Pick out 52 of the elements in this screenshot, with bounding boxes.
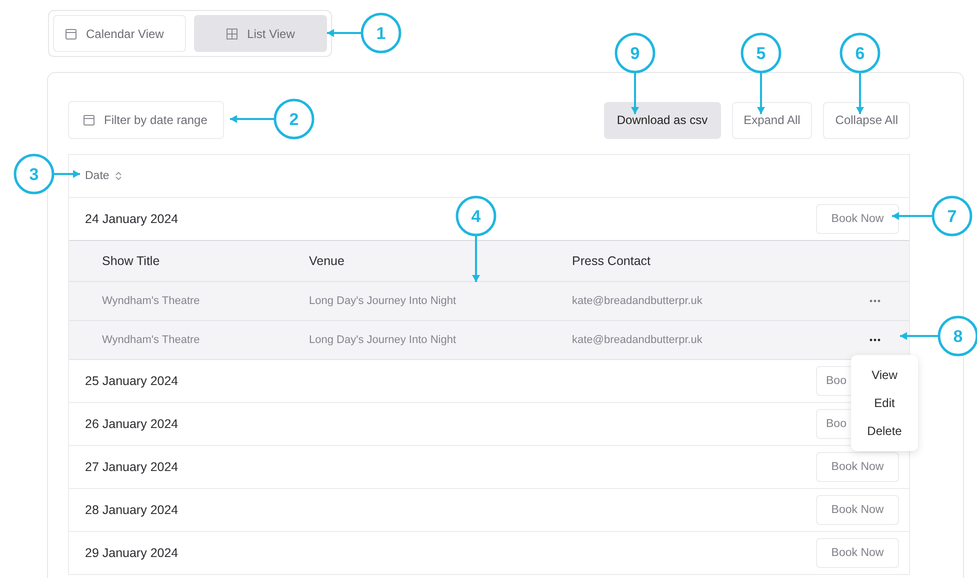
- column-header: Press Contact: [572, 254, 652, 268]
- callout-badge: 7: [932, 196, 972, 236]
- callout-arrow: [472, 236, 480, 282]
- callout-arrow: [757, 73, 765, 114]
- callout-badge: 2: [274, 98, 314, 140]
- callout-badge: 8: [938, 316, 977, 356]
- calendar-icon: [83, 114, 95, 126]
- callout-arrow: [54, 170, 80, 178]
- callout-arrow: [631, 73, 639, 114]
- callout-arrow: [856, 73, 864, 114]
- table-cell-text: kate@breadandbutterpr.uk: [572, 295, 704, 307]
- column-header[interactable]: Date: [85, 170, 110, 182]
- callout-badge: 6: [840, 32, 880, 74]
- menu-item[interactable]: Edit: [874, 389, 895, 417]
- date-label[interactable]: 24 January 2024: [85, 212, 178, 226]
- book-now-button[interactable]: Book Now: [816, 452, 899, 482]
- grid-icon: [226, 28, 238, 40]
- table-cell-text: Wyndham's Theatre: [102, 334, 201, 346]
- column-header: Show Title: [102, 254, 161, 268]
- view-tab[interactable]: Calendar View: [53, 15, 186, 52]
- view-tab[interactable]: List View: [194, 15, 327, 52]
- more-icon[interactable]: [869, 338, 881, 342]
- table-cell-text: Wyndham's Theatre: [102, 295, 201, 307]
- book-now-button[interactable]: Book Now: [816, 495, 899, 525]
- table-cell-text: Long Day's Journey Into Night: [309, 295, 458, 307]
- action-button[interactable]: Expand All: [732, 102, 812, 138]
- book-now-button[interactable]: Book Now: [816, 204, 899, 234]
- date-label[interactable]: 29 January 2024: [85, 546, 178, 560]
- callout-badge: 4: [456, 196, 496, 236]
- callout-badge: 1: [360, 12, 402, 54]
- column-header: Venue: [309, 254, 346, 268]
- menu-item[interactable]: Delete: [867, 417, 902, 445]
- callout-arrow: [892, 212, 932, 220]
- callout-badge: 3: [14, 154, 54, 194]
- date-label[interactable]: 28 January 2024: [85, 503, 178, 517]
- action-button[interactable]: Download as csv: [604, 102, 721, 138]
- callout-arrow: [327, 29, 361, 37]
- callout-badge: 9: [614, 32, 656, 74]
- callout-arrow: [230, 115, 274, 123]
- sort-icon[interactable]: [115, 171, 122, 181]
- date-label[interactable]: 27 January 2024: [85, 460, 178, 474]
- book-now-button[interactable]: Book Now: [816, 538, 899, 568]
- table-cell-text: kate@breadandbutterpr.uk: [572, 334, 704, 346]
- table-cell-text: Long Day's Journey Into Night: [309, 334, 458, 346]
- date-range-filter[interactable]: Filter by date range: [68, 101, 224, 139]
- date-label[interactable]: 26 January 2024: [85, 417, 178, 431]
- callout-badge: 5: [740, 32, 782, 74]
- action-button[interactable]: Collapse All: [823, 102, 910, 138]
- menu-item[interactable]: View: [872, 361, 898, 389]
- callout-arrow: [900, 332, 938, 340]
- date-label[interactable]: 25 January 2024: [85, 374, 178, 388]
- calendar-icon: [65, 28, 77, 40]
